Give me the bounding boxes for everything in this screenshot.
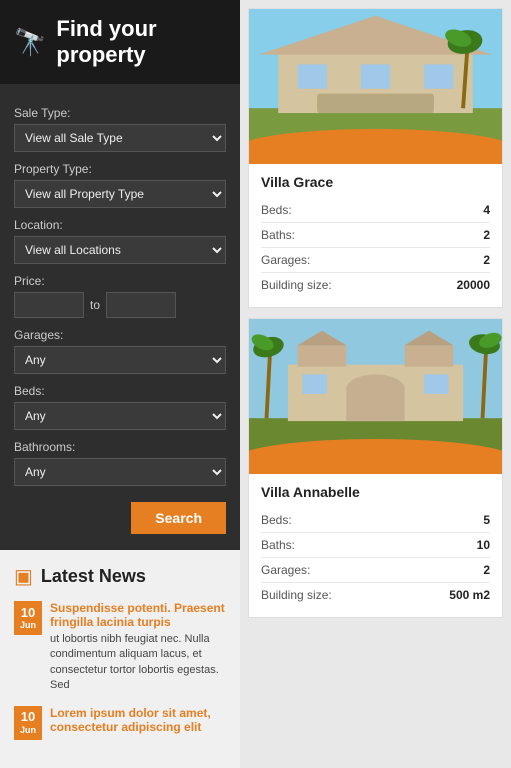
beds-value-2: 5 <box>483 513 490 527</box>
sidebar-form: Sale Type: View all Sale TypeFor SaleFor… <box>0 84 240 550</box>
size-value-2: 500 m2 <box>449 588 490 602</box>
price-label: Price: <box>14 274 226 288</box>
property-image-2 <box>249 319 502 459</box>
price-max-input[interactable] <box>106 292 176 318</box>
baths-label-2: Baths: <box>261 538 295 552</box>
search-btn-row: Search <box>14 502 226 534</box>
search-button[interactable]: Search <box>131 502 226 534</box>
garages-label-2: Garages: <box>261 563 310 577</box>
news-headline-2[interactable]: Lorem ipsum dolor sit amet, consectetur … <box>50 706 226 734</box>
garages-label-1: Garages: <box>261 253 310 267</box>
news-header: ▣ Latest News <box>14 564 226 589</box>
size-label-2: Building size: <box>261 588 332 602</box>
sidebar-header: 🔭 Find your property <box>0 0 240 84</box>
location-select[interactable]: View all LocationsDubaiAbu DhabiSharjah <box>14 236 226 264</box>
property-info-2: Villa Annabelle Beds: 5 Baths: 10 Garage… <box>249 474 502 617</box>
property-name-1[interactable]: Villa Grace <box>261 174 490 190</box>
news-item-1: 10 Jun Suspendisse potenti. Praesent fri… <box>14 601 226 694</box>
detail-row-size-1: Building size: 20000 <box>261 273 490 297</box>
detail-row-beds-2: Beds: 5 <box>261 508 490 533</box>
sale-type-label: Sale Type: <box>14 106 226 120</box>
beds-label: Beds: <box>14 384 226 398</box>
baths-value-2: 10 <box>477 538 490 552</box>
detail-row-garages-1: Garages: 2 <box>261 248 490 273</box>
card-wave-2 <box>249 452 502 474</box>
news-section: ▣ Latest News 10 Jun Suspendisse potenti… <box>0 550 240 768</box>
detail-row-garages-2: Garages: 2 <box>261 558 490 583</box>
property-img-wrapper-1 <box>249 9 502 164</box>
detail-row-size-2: Building size: 500 m2 <box>261 583 490 607</box>
price-min-input[interactable] <box>14 292 84 318</box>
news-day-2: 10 <box>21 709 35 725</box>
property-name-2[interactable]: Villa Annabelle <box>261 484 490 500</box>
location-label: Location: <box>14 218 226 232</box>
sidebar-title: Find your property <box>56 16 226 68</box>
detail-row-baths-2: Baths: 10 <box>261 533 490 558</box>
size-value-1: 20000 <box>457 278 490 292</box>
detail-row-beds-1: Beds: 4 <box>261 198 490 223</box>
news-date-badge-2: 10 Jun <box>14 706 42 740</box>
main-content: Villa Grace Beds: 4 Baths: 2 Garages: 2 … <box>240 0 511 768</box>
garages-label: Garages: <box>14 328 226 342</box>
news-date-badge-1: 10 Jun <box>14 601 42 635</box>
news-content-1: Suspendisse potenti. Praesent fringilla … <box>50 601 226 694</box>
size-label-1: Building size: <box>261 278 332 292</box>
property-info-1: Villa Grace Beds: 4 Baths: 2 Garages: 2 … <box>249 164 502 307</box>
property-img-wrapper-2 <box>249 319 502 474</box>
news-content-2: Lorem ipsum dolor sit amet, consectetur … <box>50 706 226 740</box>
bathrooms-label: Bathrooms: <box>14 440 226 454</box>
beds-value-1: 4 <box>483 203 490 217</box>
beds-select[interactable]: Any12345+ <box>14 402 226 430</box>
property-image-1 <box>249 9 502 149</box>
property-card-1: Villa Grace Beds: 4 Baths: 2 Garages: 2 … <box>248 8 503 308</box>
garages-value-2: 2 <box>483 563 490 577</box>
news-item-2: 10 Jun Lorem ipsum dolor sit amet, conse… <box>14 706 226 740</box>
detail-row-baths-1: Baths: 2 <box>261 223 490 248</box>
card-wave-1 <box>249 142 502 164</box>
news-month-1: Jun <box>20 620 36 631</box>
property-type-select[interactable]: View all Property TypeVillaApartmentStud… <box>14 180 226 208</box>
news-month-2: Jun <box>20 725 36 736</box>
telescope-icon: 🔭 <box>14 27 46 58</box>
property-type-label: Property Type: <box>14 162 226 176</box>
baths-value-1: 2 <box>483 228 490 242</box>
garages-select[interactable]: Any1234+ <box>14 346 226 374</box>
beds-label-1: Beds: <box>261 203 292 217</box>
property-card-2: Villa Annabelle Beds: 5 Baths: 10 Garage… <box>248 318 503 618</box>
sale-type-select[interactable]: View all Sale TypeFor SaleFor Rent <box>14 124 226 152</box>
news-title: Latest News <box>41 566 146 587</box>
garages-value-1: 2 <box>483 253 490 267</box>
sidebar: 🔭 Find your property Sale Type: View all… <box>0 0 240 768</box>
bathrooms-select[interactable]: Any1234+ <box>14 458 226 486</box>
news-headline-1[interactable]: Suspendisse potenti. Praesent fringilla … <box>50 601 226 629</box>
baths-label-1: Baths: <box>261 228 295 242</box>
rss-icon: ▣ <box>14 564 33 589</box>
price-range: to <box>14 292 226 318</box>
news-body-1: ut lobortis nibh feugiat nec. Nulla cond… <box>50 632 226 694</box>
price-to-label: to <box>90 298 100 312</box>
news-day-1: 10 <box>21 605 35 621</box>
beds-label-2: Beds: <box>261 513 292 527</box>
